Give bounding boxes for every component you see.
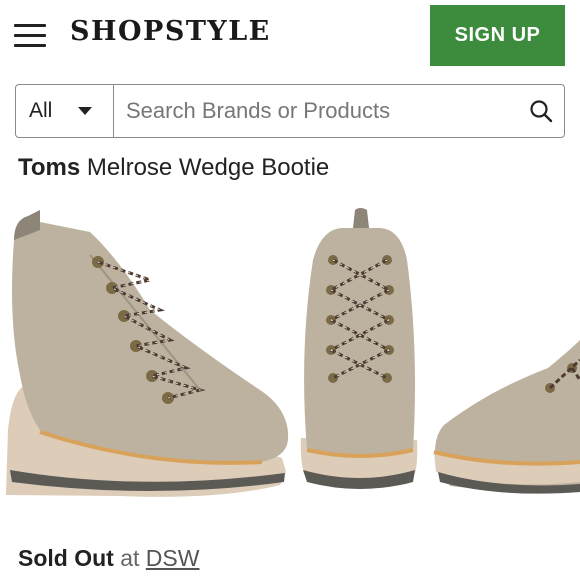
product-image-front-view[interactable]	[295, 200, 425, 500]
product-image-gallery	[0, 200, 580, 510]
site-header: SHOPSTYLE SIGN UP	[0, 0, 580, 72]
product-image-alt-view[interactable]	[430, 200, 580, 500]
product-title: Toms Melrose Wedge Bootie	[18, 154, 329, 182]
site-logo[interactable]: SHOPSTYLE	[70, 16, 271, 47]
product-brand: Toms	[18, 154, 81, 181]
search-bar: All	[15, 84, 565, 138]
menu-icon[interactable]	[14, 24, 46, 48]
product-name: Melrose Wedge Bootie	[86, 154, 330, 181]
product-image-side-view[interactable]	[0, 200, 300, 500]
availability-at: at	[120, 545, 140, 571]
search-button[interactable]	[518, 85, 564, 137]
sign-up-button[interactable]: SIGN UP	[430, 5, 565, 66]
sold-out-status: Sold Out	[18, 545, 114, 571]
search-icon	[530, 100, 553, 123]
store-link[interactable]: DSW	[146, 545, 200, 571]
search-input[interactable]	[114, 85, 518, 137]
category-label: All	[29, 99, 53, 122]
category-select[interactable]: All	[16, 85, 114, 137]
chevron-down-icon	[78, 107, 93, 115]
availability-line: Sold Out at DSW	[18, 545, 199, 572]
